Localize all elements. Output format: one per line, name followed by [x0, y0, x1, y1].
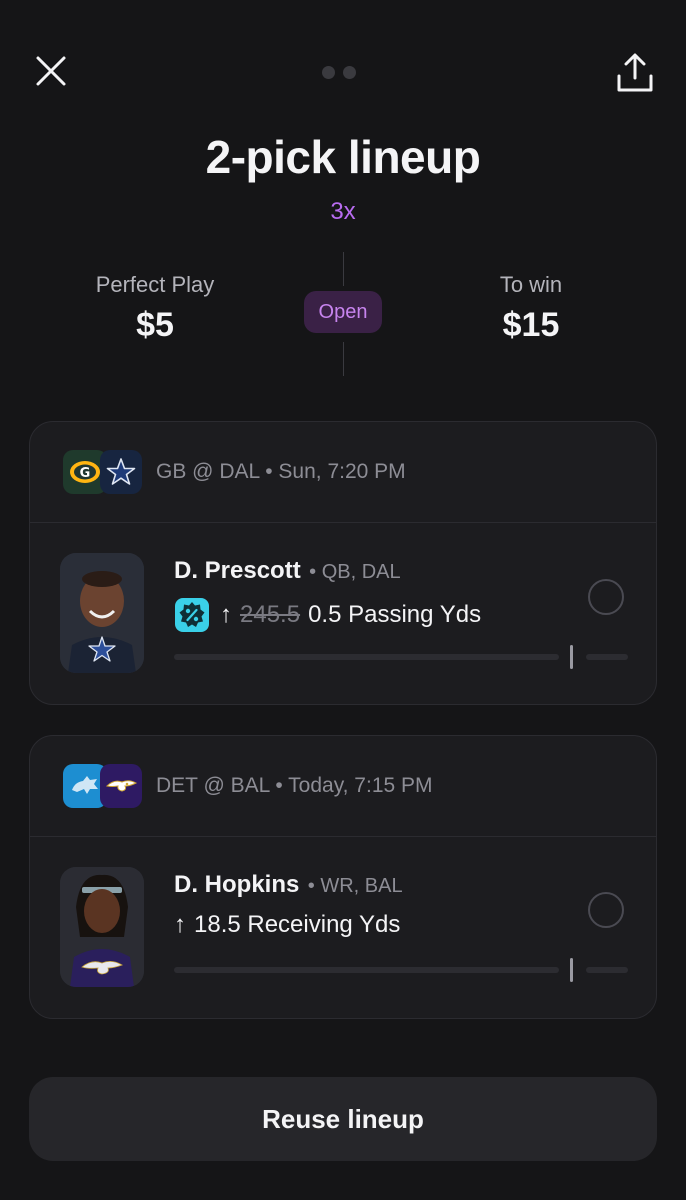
- page-dot: [343, 66, 356, 79]
- arrow-up-icon: ↑: [174, 911, 186, 938]
- divider: [343, 252, 344, 286]
- payout-multiplier: 3x: [330, 198, 356, 225]
- status-badge: Open: [304, 291, 382, 333]
- progress-marker: [570, 645, 573, 669]
- original-line: 245.5: [240, 601, 301, 628]
- page-dot: [322, 66, 335, 79]
- progress-track: [174, 967, 559, 973]
- potential-win: To win $15: [421, 272, 641, 345]
- lineup-summary: Perfect Play $5 Open To win $15: [0, 250, 686, 380]
- player-name: D. Hopkins: [174, 871, 300, 898]
- player-headshot: [60, 867, 144, 987]
- dallas-logo-icon: [100, 450, 142, 494]
- pick-card[interactable]: DET @ BAL • Today, 7:15 PM D. Hopkins • …: [29, 735, 657, 1019]
- progress-track-end: [586, 967, 628, 973]
- close-icon[interactable]: [30, 50, 72, 92]
- progress-track: [174, 654, 559, 660]
- svg-text:G: G: [80, 466, 91, 481]
- player-line: D. Hopkins • WR, BAL: [174, 871, 403, 899]
- discount-badge-icon: [175, 598, 209, 632]
- game-info: GB @ DAL • Sun, 7:20 PM: [156, 460, 406, 483]
- pick-card[interactable]: G GB @ DAL • Sun, 7:20 PM D. Prescott • …: [29, 421, 657, 705]
- baltimore-logo-icon: [100, 764, 142, 808]
- lineup-title: 2-pick lineup: [205, 131, 481, 183]
- to-win-amount: $15: [502, 306, 560, 344]
- arrow-up-icon: ↑: [220, 601, 232, 628]
- player-line: D. Prescott • QB, DAL: [174, 557, 401, 585]
- to-win-label: To win: [499, 272, 563, 297]
- share-icon[interactable]: [612, 50, 658, 96]
- game-header: G GB @ DAL • Sun, 7:20 PM: [30, 422, 656, 523]
- top-bar: [0, 0, 686, 140]
- player-position-team: • WR, BAL: [307, 875, 403, 897]
- reuse-lineup-button[interactable]: Reuse lineup: [29, 1077, 657, 1161]
- player-position-team: • QB, DAL: [309, 561, 401, 583]
- game-header: DET @ BAL • Today, 7:15 PM: [30, 736, 656, 837]
- prop-value: 0.5 Passing Yds: [308, 601, 482, 628]
- pick-radio[interactable]: [588, 892, 624, 928]
- play-type-label: Perfect Play: [95, 272, 215, 297]
- progress-track-end: [586, 654, 628, 660]
- entry-amount: $5: [136, 306, 174, 344]
- prop-line: ↑ 245.5 0.5 Passing Yds: [174, 597, 481, 633]
- player-name: D. Prescott: [174, 557, 301, 584]
- player-headshot: [60, 553, 144, 673]
- page-indicator: [322, 66, 356, 79]
- game-info: DET @ BAL • Today, 7:15 PM: [156, 774, 433, 797]
- prop-value: 18.5 Receiving Yds: [194, 911, 401, 938]
- progress-marker: [570, 958, 573, 982]
- pick-radio[interactable]: [588, 579, 624, 615]
- divider: [343, 342, 344, 376]
- prop-line: ↑ 18.5 Receiving Yds: [174, 911, 400, 939]
- play-type: Perfect Play $5: [45, 272, 265, 345]
